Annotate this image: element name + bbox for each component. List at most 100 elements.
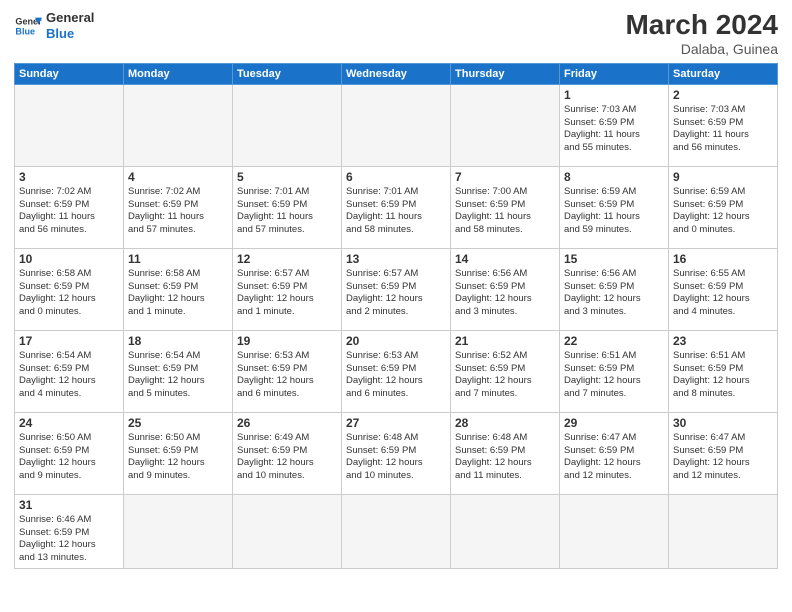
- day-info: Sunrise: 6:51 AM Sunset: 6:59 PM Dayligh…: [673, 350, 773, 401]
- logo-general: General: [46, 10, 94, 26]
- day-number: 10: [19, 252, 119, 266]
- day-info: Sunrise: 6:54 AM Sunset: 6:59 PM Dayligh…: [19, 350, 119, 401]
- calendar-cell: [124, 84, 233, 166]
- day-number: 31: [19, 498, 119, 512]
- day-info: Sunrise: 7:03 AM Sunset: 6:59 PM Dayligh…: [564, 104, 664, 155]
- day-header-monday: Monday: [124, 63, 233, 84]
- calendar-cell: 24 Sunrise: 6:50 AM Sunset: 6:59 PM Dayli…: [15, 412, 124, 494]
- day-info: Sunrise: 6:59 AM Sunset: 6:59 PM Dayligh…: [564, 186, 664, 237]
- day-number: 25: [128, 416, 228, 430]
- calendar-cell: [451, 84, 560, 166]
- day-number: 11: [128, 252, 228, 266]
- day-info: Sunrise: 6:53 AM Sunset: 6:59 PM Dayligh…: [237, 350, 337, 401]
- calendar-cell: 14Sunrise: 6:56 AM Sunset: 6:59 PM Dayli…: [451, 248, 560, 330]
- page: General Blue General Blue March 2024 Dal…: [0, 0, 792, 612]
- day-number: 12: [237, 252, 337, 266]
- calendar-cell: 29 Sunrise: 6:47 AM Sunset: 6:59 PM Dayli…: [560, 412, 669, 494]
- day-number: 22: [564, 334, 664, 348]
- day-header-wednesday: Wednesday: [342, 63, 451, 84]
- day-header-saturday: Saturday: [669, 63, 778, 84]
- day-info: Sunrise: 7:01 AM Sunset: 6:59 PM Dayligh…: [237, 186, 337, 237]
- page-title: March 2024: [625, 10, 778, 41]
- day-info: Sunrise: 6:53 AM Sunset: 6:59 PM Dayligh…: [346, 350, 446, 401]
- calendar-cell: 3 Sunrise: 7:02 AM Sunset: 6:59 PM Daylig…: [15, 166, 124, 248]
- header: General Blue General Blue March 2024 Dal…: [14, 10, 778, 57]
- day-number: 1: [564, 88, 664, 102]
- day-info: Sunrise: 7:01 AM Sunset: 6:59 PM Dayligh…: [346, 186, 446, 237]
- day-number: 15: [564, 252, 664, 266]
- day-info: Sunrise: 6:50 AM Sunset: 6:59 PM Dayligh…: [128, 432, 228, 483]
- calendar-cell: 8Sunrise: 6:59 AM Sunset: 6:59 PM Daylig…: [560, 166, 669, 248]
- calendar-cell: 11Sunrise: 6:58 AM Sunset: 6:59 PM Dayli…: [124, 248, 233, 330]
- calendar-cell: 15 Sunrise: 6:56 AM Sunset: 6:59 PM Dayli…: [560, 248, 669, 330]
- calendar-cell: [669, 494, 778, 568]
- calendar-cell: 25 Sunrise: 6:50 AM Sunset: 6:59 PM Dayli…: [124, 412, 233, 494]
- calendar-cell: 28 Sunrise: 6:48 AM Sunset: 6:59 PM Dayli…: [451, 412, 560, 494]
- page-subtitle: Dalaba, Guinea: [625, 41, 778, 57]
- day-info: Sunrise: 6:58 AM Sunset: 6:59 PM Dayligh…: [19, 268, 119, 319]
- logo-icon: General Blue: [14, 12, 42, 40]
- day-number: 19: [237, 334, 337, 348]
- calendar-cell: 27Sunrise: 6:48 AM Sunset: 6:59 PM Dayli…: [342, 412, 451, 494]
- day-info: Sunrise: 6:52 AM Sunset: 6:59 PM Dayligh…: [455, 350, 555, 401]
- calendar-cell: 30 Sunrise: 6:47 AM Sunset: 6:59 PM Dayli…: [669, 412, 778, 494]
- day-number: 28: [455, 416, 555, 430]
- calendar-cell: 16 Sunrise: 6:55 AM Sunset: 6:59 PM Dayli…: [669, 248, 778, 330]
- day-info: Sunrise: 6:57 AM Sunset: 6:59 PM Dayligh…: [237, 268, 337, 319]
- calendar-cell: [233, 494, 342, 568]
- calendar-cell: 31 Sunrise: 6:46 AM Sunset: 6:59 PM Dayli…: [15, 494, 124, 568]
- calendar-cell: 19 Sunrise: 6:53 AM Sunset: 6:59 PM Dayli…: [233, 330, 342, 412]
- day-number: 16: [673, 252, 773, 266]
- calendar-cell: 13 Sunrise: 6:57 AM Sunset: 6:59 PM Dayli…: [342, 248, 451, 330]
- day-info: Sunrise: 6:47 AM Sunset: 6:59 PM Dayligh…: [673, 432, 773, 483]
- day-info: Sunrise: 6:48 AM Sunset: 6:59 PM Dayligh…: [455, 432, 555, 483]
- calendar-cell: 10 Sunrise: 6:58 AM Sunset: 6:59 PM Dayli…: [15, 248, 124, 330]
- day-info: Sunrise: 6:51 AM Sunset: 6:59 PM Dayligh…: [564, 350, 664, 401]
- day-number: 4: [128, 170, 228, 184]
- calendar-cell: 23Sunrise: 6:51 AM Sunset: 6:59 PM Dayli…: [669, 330, 778, 412]
- calendar-cell: 22 Sunrise: 6:51 AM Sunset: 6:59 PM Dayli…: [560, 330, 669, 412]
- calendar-week-4: 17Sunrise: 6:54 AM Sunset: 6:59 PM Dayli…: [15, 330, 778, 412]
- calendar-cell: [15, 84, 124, 166]
- day-number: 24: [19, 416, 119, 430]
- day-info: Sunrise: 7:03 AM Sunset: 6:59 PM Dayligh…: [673, 104, 773, 155]
- calendar-week-2: 3 Sunrise: 7:02 AM Sunset: 6:59 PM Daylig…: [15, 166, 778, 248]
- calendar-cell: 26Sunrise: 6:49 AM Sunset: 6:59 PM Dayli…: [233, 412, 342, 494]
- day-header-tuesday: Tuesday: [233, 63, 342, 84]
- day-number: 26: [237, 416, 337, 430]
- calendar-cell: [124, 494, 233, 568]
- day-number: 2: [673, 88, 773, 102]
- day-info: Sunrise: 6:46 AM Sunset: 6:59 PM Dayligh…: [19, 514, 119, 565]
- calendar-header: SundayMondayTuesdayWednesdayThursdayFrid…: [15, 63, 778, 84]
- day-info: Sunrise: 6:55 AM Sunset: 6:59 PM Dayligh…: [673, 268, 773, 319]
- day-info: Sunrise: 6:56 AM Sunset: 6:59 PM Dayligh…: [564, 268, 664, 319]
- calendar-cell: 5 Sunrise: 7:01 AM Sunset: 6:59 PM Daylig…: [233, 166, 342, 248]
- day-number: 3: [19, 170, 119, 184]
- calendar-cell: [560, 494, 669, 568]
- calendar-cell: 7Sunrise: 7:00 AM Sunset: 6:59 PM Daylig…: [451, 166, 560, 248]
- calendar-cell: [342, 84, 451, 166]
- day-info: Sunrise: 7:02 AM Sunset: 6:59 PM Dayligh…: [19, 186, 119, 237]
- day-number: 27: [346, 416, 446, 430]
- day-info: Sunrise: 6:50 AM Sunset: 6:59 PM Dayligh…: [19, 432, 119, 483]
- day-header-sunday: Sunday: [15, 63, 124, 84]
- day-number: 30: [673, 416, 773, 430]
- svg-text:Blue: Blue: [15, 26, 35, 36]
- day-number: 21: [455, 334, 555, 348]
- day-info: Sunrise: 7:02 AM Sunset: 6:59 PM Dayligh…: [128, 186, 228, 237]
- day-info: Sunrise: 6:47 AM Sunset: 6:59 PM Dayligh…: [564, 432, 664, 483]
- day-info: Sunrise: 7:00 AM Sunset: 6:59 PM Dayligh…: [455, 186, 555, 237]
- day-info: Sunrise: 6:59 AM Sunset: 6:59 PM Dayligh…: [673, 186, 773, 237]
- day-number: 5: [237, 170, 337, 184]
- calendar-cell: [342, 494, 451, 568]
- day-header-thursday: Thursday: [451, 63, 560, 84]
- day-number: 9: [673, 170, 773, 184]
- calendar-cell: 1 Sunrise: 7:03 AM Sunset: 6:59 PM Daylig…: [560, 84, 669, 166]
- day-header-friday: Friday: [560, 63, 669, 84]
- day-number: 29: [564, 416, 664, 430]
- calendar-cell: 20 Sunrise: 6:53 AM Sunset: 6:59 PM Dayli…: [342, 330, 451, 412]
- day-number: 20: [346, 334, 446, 348]
- day-number: 13: [346, 252, 446, 266]
- calendar-cell: 2 Sunrise: 7:03 AM Sunset: 6:59 PM Daylig…: [669, 84, 778, 166]
- day-info: Sunrise: 6:57 AM Sunset: 6:59 PM Dayligh…: [346, 268, 446, 319]
